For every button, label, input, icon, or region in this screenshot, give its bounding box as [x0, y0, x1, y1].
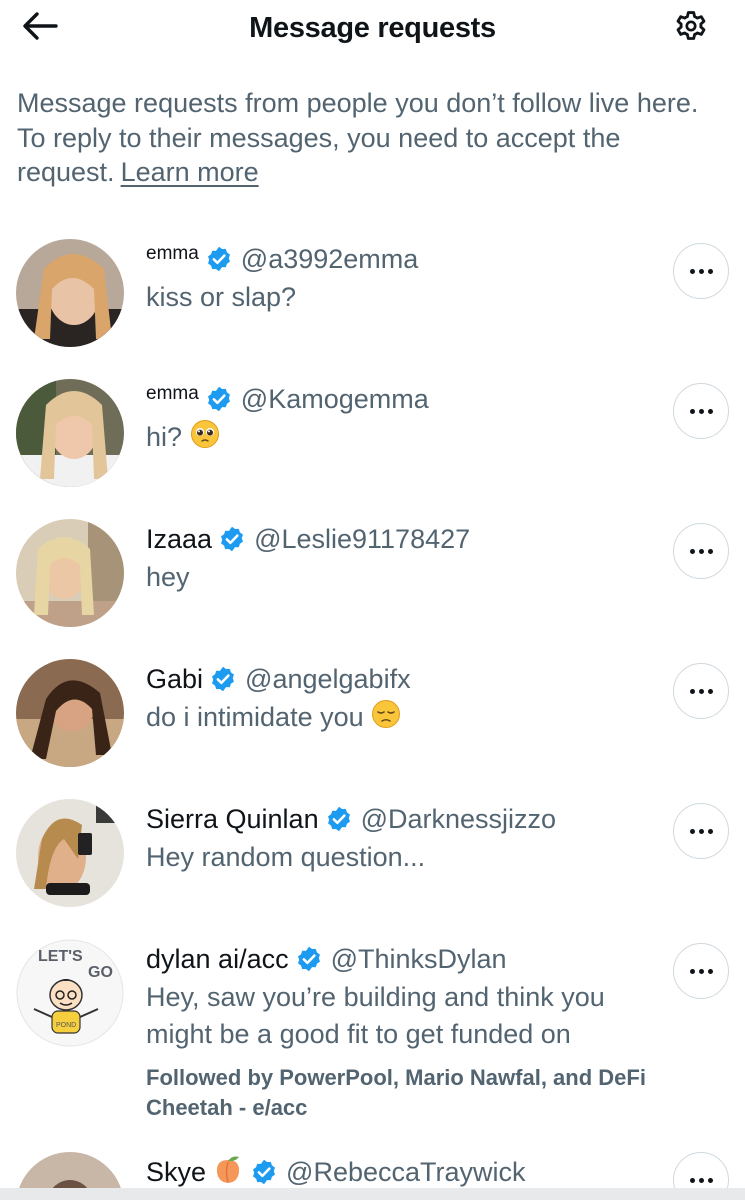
display-name: Sierra Quinlan [146, 803, 319, 834]
request-meta: dylan ai/acc @ThinksDylan Hey, saw you’r… [146, 939, 656, 1123]
more-horizontal-icon [689, 408, 713, 414]
display-name: Gabi [146, 663, 204, 694]
message-preview: do i intimidate you [146, 699, 656, 739]
display-name: Skye [146, 1156, 207, 1187]
display-name: dylan ai/acc [146, 943, 289, 974]
request-meta: Gabi @angelgabifx do i intimidate you [146, 659, 656, 739]
verified-badge-icon [205, 385, 233, 413]
handle: @Kamogemma [240, 383, 429, 414]
message-preview: Hey, saw you’re building and think you m… [146, 982, 605, 1049]
more-horizontal-icon [689, 688, 713, 694]
handle: @Darknessjizzo [360, 803, 557, 834]
handle: @Leslie91178427 [254, 523, 471, 554]
request-meta: Izaaa @Leslie91178427 hey [146, 519, 656, 596]
handle: @RebeccaTraywick [286, 1156, 526, 1187]
top-bar: Message requests [0, 0, 745, 56]
gear-icon [672, 7, 710, 50]
avatar[interactable]: LET'S GO POND [16, 939, 124, 1047]
pensive-face-emoji [371, 699, 401, 739]
more-horizontal-icon [689, 828, 713, 834]
verified-badge-icon [325, 805, 353, 833]
peach-emoji [212, 1154, 244, 1191]
handle: @ThinksDylan [330, 943, 507, 974]
followed-by-text: Followed by PowerPool, Mario Nawfal, and… [146, 1065, 646, 1120]
handle: @angelgabifx [245, 663, 411, 694]
more-options-button[interactable] [673, 663, 729, 719]
more-options-button[interactable] [673, 243, 729, 299]
more-horizontal-icon [689, 968, 713, 974]
avatar[interactable] [16, 519, 124, 627]
display-name: emma [146, 243, 199, 264]
learn-more-link[interactable]: Learn more [121, 157, 259, 187]
more-options-button[interactable] [673, 383, 729, 439]
verified-badge-icon [218, 525, 246, 553]
request-meta: Skye @RebeccaTraywick [146, 1152, 656, 1192]
verified-badge-icon [295, 945, 323, 973]
request-meta: Sierra Quinlan @Darknessjizzo Hey random… [146, 799, 656, 876]
message-preview: hi? [146, 419, 656, 459]
avatar[interactable] [16, 239, 124, 347]
intro-text: Message requests from people you don’t f… [17, 88, 699, 187]
display-name: Izaaa [146, 523, 213, 554]
avatar-text-lets: LET'S [38, 948, 83, 965]
avatar[interactable] [16, 799, 124, 907]
page-title: Message requests [249, 12, 496, 44]
bottom-edge [0, 1188, 745, 1200]
settings-button[interactable] [669, 6, 713, 50]
message-text: hi? [146, 422, 183, 453]
message-text: do i intimidate you [146, 702, 364, 733]
more-options-button[interactable] [673, 523, 729, 579]
verified-badge-icon [209, 665, 237, 693]
more-options-button[interactable] [673, 803, 729, 859]
intro-description: Message requests from people you don’t f… [17, 86, 717, 190]
display-name: emma [146, 383, 199, 404]
more-horizontal-icon [689, 1177, 713, 1183]
message-requests-screen: Message requests Message requests from p… [0, 0, 745, 1200]
verified-badge-icon [250, 1158, 278, 1186]
more-options-button[interactable] [673, 943, 729, 999]
verified-badge-icon [205, 245, 233, 273]
more-horizontal-icon [689, 268, 713, 274]
handle: @a3992emma [240, 243, 419, 274]
avatar[interactable] [16, 659, 124, 767]
request-meta: emma @Kamogemma hi? [146, 379, 656, 459]
message-preview: hey [146, 562, 190, 592]
avatar-text-go: GO [88, 964, 113, 981]
message-preview: Hey random question... [146, 842, 426, 872]
more-horizontal-icon [689, 548, 713, 554]
request-meta: emma @a3992emma kiss or slap? [146, 239, 656, 316]
pleading-face-emoji [190, 419, 220, 459]
avatar[interactable] [16, 379, 124, 487]
message-preview: kiss or slap? [146, 282, 297, 312]
avatar-text-pond: POND [56, 1022, 76, 1029]
